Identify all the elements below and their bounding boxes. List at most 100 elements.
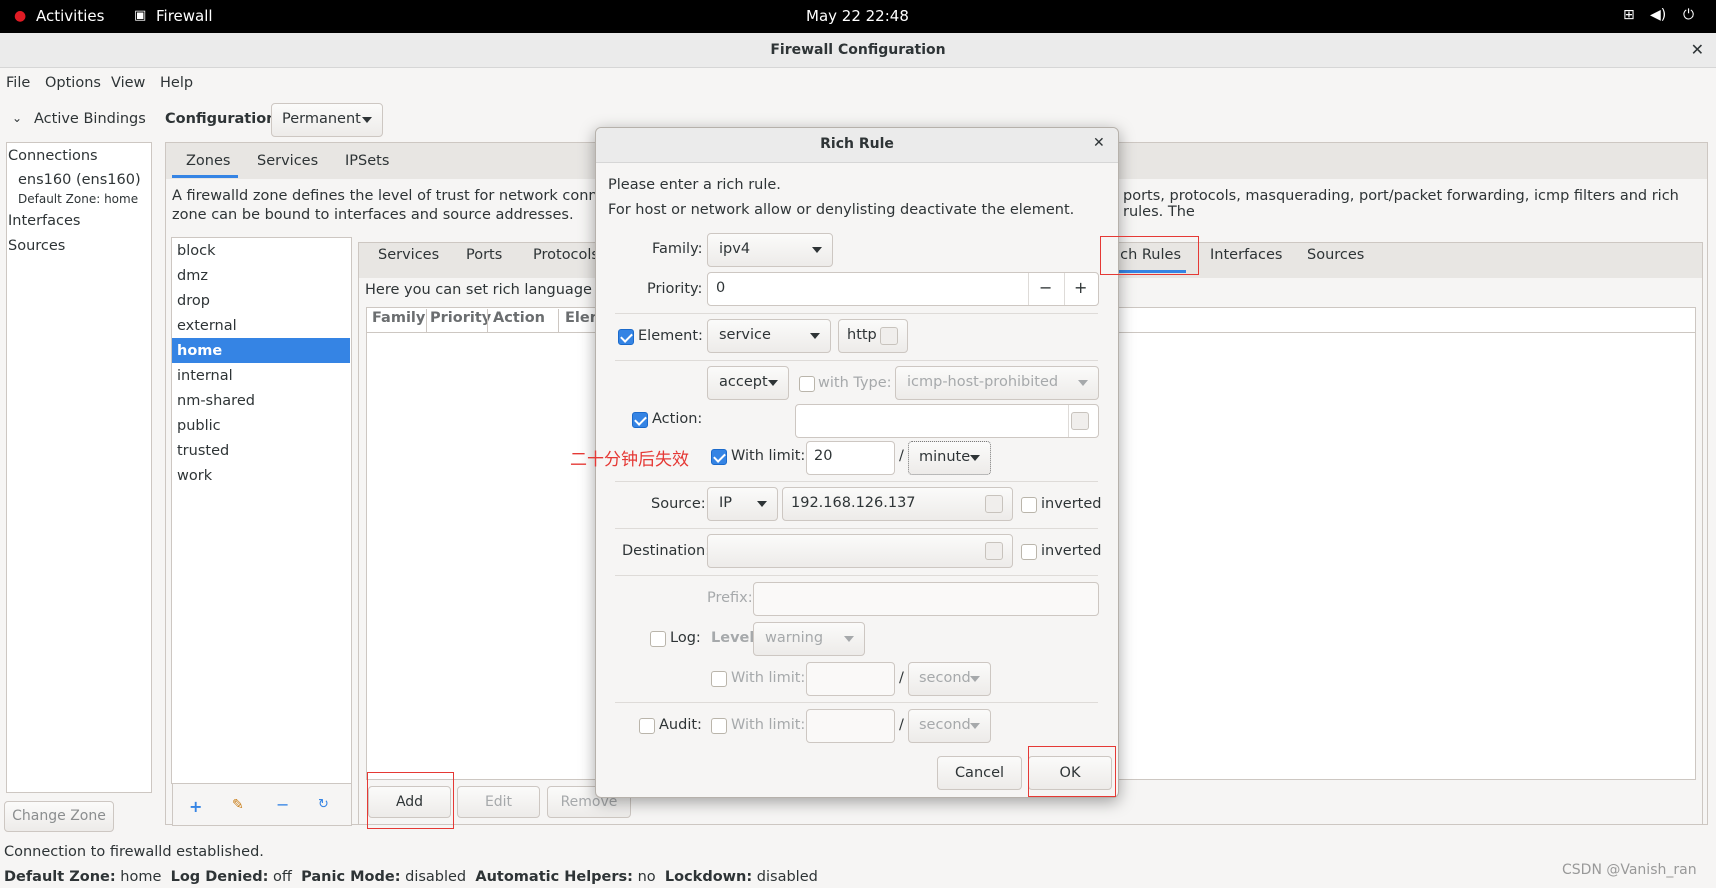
separator (615, 481, 1098, 482)
redhat-icon: ● (14, 8, 27, 24)
configuration-select[interactable]: Permanent (271, 103, 383, 137)
element-type-select[interactable]: service (707, 319, 831, 353)
lockdown-value: disabled (756, 869, 818, 885)
action-select[interactable]: accept (707, 366, 789, 400)
log-checkbox[interactable] (650, 631, 666, 647)
column-priority[interactable]: Priority (430, 310, 491, 326)
close-icon[interactable]: ✕ (1691, 40, 1704, 59)
window-title: Firewall Configuration (770, 42, 946, 58)
priority-input[interactable]: 0 (716, 280, 725, 296)
destination-edit-icon[interactable] (985, 542, 1003, 560)
zone-item[interactable]: dmz (177, 265, 350, 290)
entry-divider (1068, 405, 1069, 437)
audit-checkbox[interactable] (639, 718, 655, 734)
prefix-entry[interactable] (753, 582, 1099, 616)
highlight-box-ok (1028, 746, 1116, 797)
panic-mode-label: Panic Mode: (301, 869, 401, 885)
action-entry[interactable] (795, 404, 1099, 438)
audit-limit-unit-select[interactable]: second (908, 709, 991, 743)
source-value: 192.168.126.137 (791, 495, 916, 511)
spin-divider (1028, 273, 1029, 305)
menu-view[interactable]: View (111, 75, 145, 91)
zone-item[interactable]: block (177, 240, 350, 265)
tab-zones[interactable]: Zones (186, 153, 230, 169)
source-type-select[interactable]: IP (707, 487, 778, 521)
add-zone-icon[interactable]: + (189, 797, 202, 816)
configuration-label: Configuration: (165, 111, 283, 127)
subtab-sources[interactable]: Sources (1307, 247, 1364, 263)
subtab-services[interactable]: Services (378, 247, 439, 263)
menu-options[interactable]: Options (45, 75, 101, 91)
edit-element-icon[interactable] (880, 327, 898, 345)
menu-help[interactable]: Help (160, 75, 193, 91)
zone-item[interactable]: public (177, 415, 350, 440)
limit-unit-select[interactable]: minute (908, 441, 991, 475)
clock[interactable]: May 22 22:48 (806, 7, 909, 25)
log-limit-unit-select[interactable]: second (908, 662, 991, 696)
dialog-title: Rich Rule (820, 136, 894, 152)
zone-item[interactable]: external (177, 315, 350, 340)
network-icon[interactable]: ⊞ (1623, 7, 1635, 23)
action-limit-checkbox[interactable] (711, 449, 727, 465)
zone-item[interactable]: nm-shared (177, 390, 350, 415)
zone-item[interactable]: trusted (177, 440, 350, 465)
with-type-checkbox[interactable] (799, 376, 815, 392)
zone-item[interactable]: drop (177, 290, 350, 315)
decrement-icon[interactable]: − (1039, 278, 1052, 297)
tab-services[interactable]: Services (257, 153, 318, 169)
source-label: Source: (651, 496, 706, 512)
chevron-down-icon[interactable]: ⌄ (12, 111, 22, 125)
edit-zone-icon[interactable]: ✎ (232, 797, 244, 813)
power-icon[interactable]: ⏻ (1683, 7, 1694, 23)
connection-item[interactable]: ens160 (ens160) (18, 172, 141, 188)
family-select[interactable]: ipv4 (707, 233, 833, 267)
rich-rules-hint: Here you can set rich language rules (365, 282, 633, 298)
change-zone-button[interactable]: Change Zone (4, 801, 114, 832)
subtab-protocols[interactable]: Protocols (533, 247, 599, 263)
log-limit-entry[interactable] (806, 662, 895, 696)
volume-icon[interactable]: ◀) (1650, 7, 1666, 23)
column-family[interactable]: Family (372, 310, 425, 326)
zone-item[interactable]: internal (177, 365, 350, 390)
edit-rule-button[interactable]: Edit (457, 786, 540, 818)
source-inverted-checkbox[interactable] (1021, 497, 1037, 513)
tab-ipsets[interactable]: IPSets (345, 153, 389, 169)
interfaces-header: Interfaces (8, 213, 81, 229)
activities-button[interactable]: Activities (36, 7, 104, 25)
destination-inverted-checkbox[interactable] (1021, 544, 1037, 560)
level-select[interactable]: warning (753, 622, 865, 656)
remove-zone-icon[interactable]: − (276, 795, 289, 814)
menu-file[interactable]: File (6, 75, 30, 91)
separator (615, 360, 1098, 361)
audit-limit-entry[interactable] (806, 709, 895, 743)
spin-divider (1064, 273, 1065, 305)
dialog-close-icon[interactable]: ✕ (1093, 135, 1105, 151)
action-checkbox[interactable] (632, 412, 648, 428)
element-checkbox[interactable] (618, 329, 634, 345)
destination-inverted-label: inverted (1041, 543, 1102, 559)
log-limit-checkbox[interactable] (711, 671, 727, 687)
cancel-button[interactable]: Cancel (937, 756, 1022, 790)
action-edit-icon[interactable] (1071, 412, 1089, 430)
zone-item[interactable]: work (177, 465, 350, 490)
column-divider (558, 309, 559, 332)
zone-item-selected[interactable]: home (177, 340, 350, 365)
subtab-ports[interactable]: Ports (466, 247, 502, 263)
action-limit-label: With limit: (731, 448, 806, 464)
column-action[interactable]: Action (493, 310, 545, 326)
audit-limit-checkbox[interactable] (711, 718, 727, 734)
subtab-interfaces[interactable]: Interfaces (1210, 247, 1282, 263)
source-edit-icon[interactable] (985, 495, 1003, 513)
log-label: Log: (670, 630, 701, 646)
separator (615, 313, 1098, 314)
destination-button[interactable] (707, 534, 1013, 568)
active-bindings-toggle[interactable]: Active Bindings (34, 111, 146, 127)
with-type-select[interactable]: icmp-host-prohibited (895, 366, 1099, 400)
app-menu[interactable]: Firewall (156, 7, 213, 25)
zone-description-right: ports, protocols, masquerading, port/pac… (1123, 188, 1679, 220)
status-message: Connection to firewalld established. (4, 844, 264, 860)
reload-zone-icon[interactable]: ↻ (318, 797, 329, 812)
element-value: http (847, 327, 877, 343)
limit-slash: / (899, 448, 904, 464)
increment-icon[interactable]: + (1074, 278, 1087, 297)
